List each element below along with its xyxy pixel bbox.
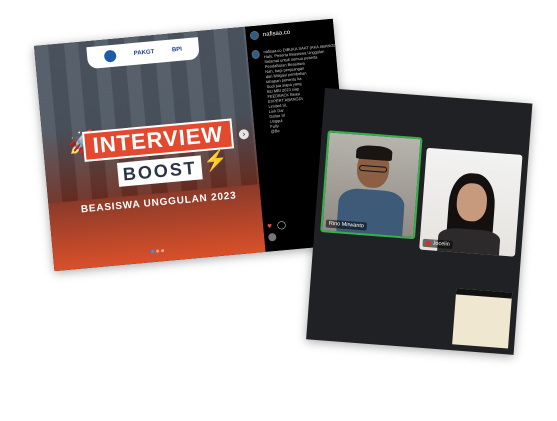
post-actions: ♥ ◯: [267, 220, 286, 231]
caption-avatar[interactable]: [251, 49, 261, 60]
participant-name: Rino Mirwanto: [328, 220, 365, 230]
heart-icon[interactable]: ♥: [267, 221, 273, 230]
avatar[interactable]: [249, 30, 260, 41]
participant-hair: [355, 144, 393, 162]
lightning-icon: ⚡: [202, 148, 230, 174]
participant-tile-rino[interactable]: Rino Mirwanto: [320, 130, 423, 240]
collage: PAKGT BPI 🚀 INTERVIEW BOOST ⚡ BEASISWA U…: [0, 0, 557, 421]
carousel-dots: [150, 249, 165, 254]
participant-body: [335, 187, 406, 240]
participant-tile-jocelin[interactable]: Jocelin: [419, 147, 523, 257]
mic-off-icon: [425, 240, 431, 246]
self-view-tile[interactable]: [452, 288, 513, 349]
comment-icon[interactable]: ◯: [277, 220, 287, 230]
participant-name-tag: Jocelin: [422, 238, 454, 250]
post-image[interactable]: PAKGT BPI 🚀 INTERVIEW BOOST ⚡ BEASISWA U…: [34, 26, 266, 272]
logo-bpi: BPI: [171, 46, 183, 54]
participant-name-tag: Rino Mirwanto: [325, 219, 368, 231]
account-name[interactable]: nafisaa.co: [263, 29, 291, 37]
ministry-logo: [103, 49, 117, 63]
likers-avatar[interactable]: [267, 232, 277, 242]
participant-name: Jocelin: [432, 240, 450, 248]
post-header: nafisaa.co: [249, 28, 291, 41]
instagram-post: PAKGT BPI 🚀 INTERVIEW BOOST ⚡ BEASISWA U…: [34, 18, 354, 272]
video-call: Rino Mirwanto Jocelin: [306, 88, 533, 355]
logo-pakgt: PAKGT: [133, 49, 155, 57]
